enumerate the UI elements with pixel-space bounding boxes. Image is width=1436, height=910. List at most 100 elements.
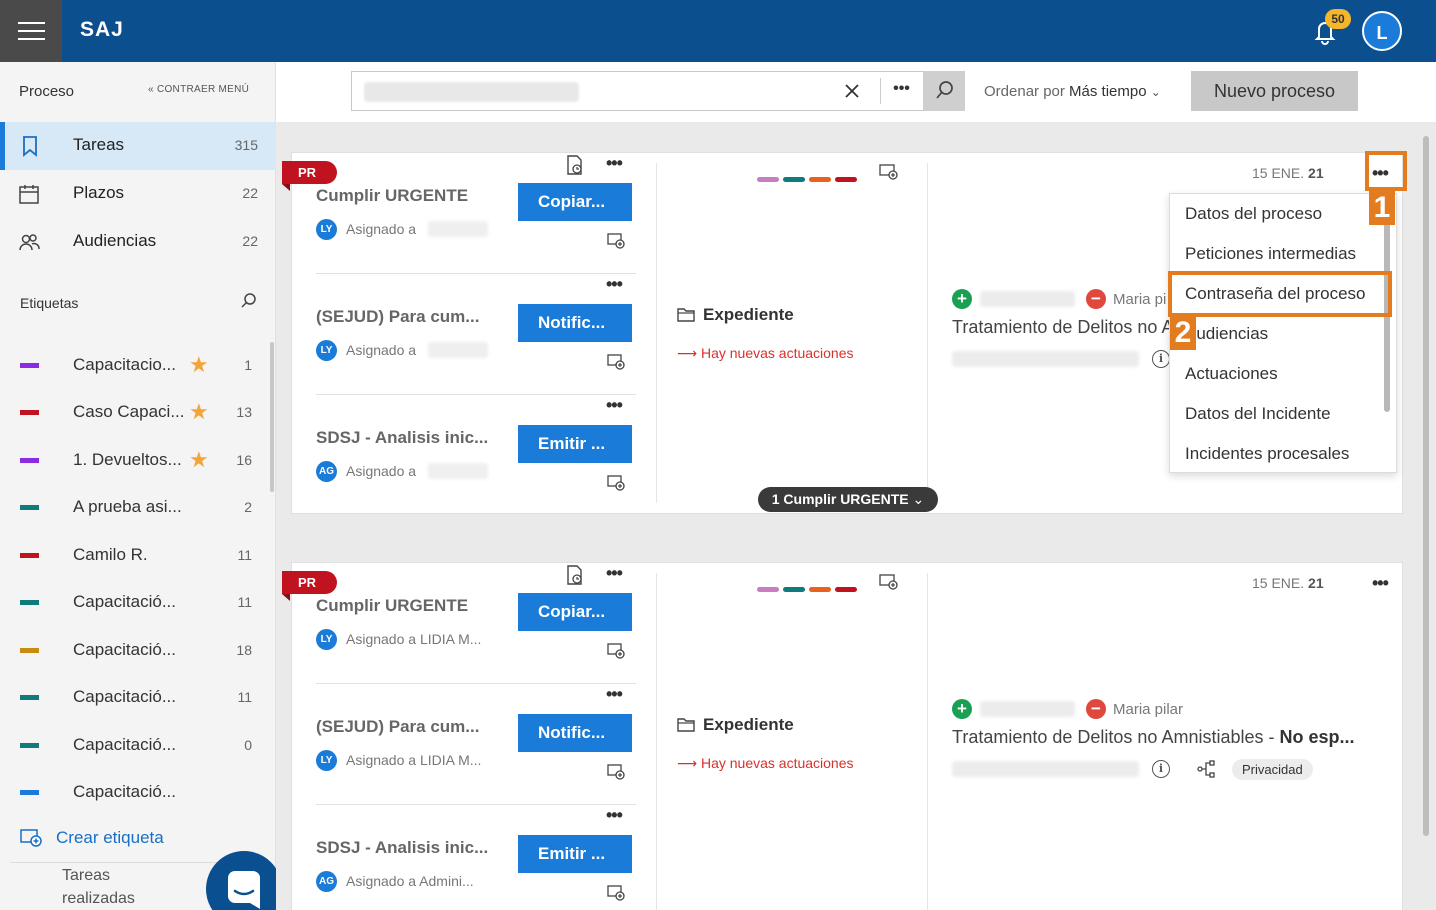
new-process-button[interactable]: Nuevo proceso (1191, 71, 1358, 111)
task-more-button[interactable]: ••• (606, 805, 623, 826)
add-note-icon[interactable] (606, 641, 626, 661)
redacted-name (980, 291, 1075, 307)
menu-item-actuaciones[interactable]: Actuaciones (1170, 354, 1385, 394)
hamburger-menu-button[interactable] (0, 0, 62, 62)
tag-item[interactable]: Caso Capaci... ★ 13 (0, 389, 270, 435)
task-action-button[interactable]: Copiar... (518, 593, 632, 631)
task-more-button[interactable]: ••• (606, 684, 623, 705)
menu-item-datos-incidente[interactable]: Datos del Incidente (1170, 394, 1385, 434)
menu-item-incidentes[interactable]: Incidentes procesales (1170, 434, 1385, 472)
new-actions-label: Hay nuevas actuaciones (700, 345, 854, 361)
process-title[interactable]: Tratamiento de Delitos no Amnistiables -… (952, 727, 1355, 748)
task-title[interactable]: Cumplir URGENTE (316, 596, 468, 616)
search-button[interactable] (923, 71, 965, 111)
add-label-icon[interactable] (879, 573, 899, 591)
tag-item[interactable]: Capacitació... 0 (0, 722, 270, 768)
tag-item[interactable]: Capacitació... 11 (0, 674, 270, 720)
tag-count: 1 (244, 357, 252, 373)
menu-item-audiencias[interactable]: Audiencias (1170, 314, 1385, 354)
task-action-button[interactable]: Emitir ... (518, 425, 632, 463)
task-action-button[interactable]: Notific... (518, 714, 632, 752)
tag-item[interactable]: Capacitacio... ★ 1 (0, 342, 270, 388)
urgent-tasks-pill[interactable]: 1 Cumplir URGENTE ⌄ (758, 487, 938, 512)
add-note-icon[interactable] (606, 473, 626, 493)
task-title[interactable]: (SEJUD) Para cum... (316, 717, 479, 737)
search-options-button[interactable]: ••• (880, 78, 922, 104)
tag-label: A prueba asi... (73, 497, 182, 516)
tag-count: 18 (236, 642, 252, 658)
tag-item[interactable]: Camilo R. 11 (0, 532, 270, 578)
create-tag-button[interactable]: Crear etiqueta (20, 827, 164, 852)
task-title[interactable]: SDSJ - Analisis inic... (316, 428, 488, 448)
sidebar-scrollbar[interactable] (270, 342, 274, 492)
top-bar: SAJ 50 L (0, 0, 1436, 62)
add-note-icon[interactable] (606, 883, 626, 903)
close-icon[interactable] (842, 81, 862, 101)
process-title[interactable]: Tratamiento de Delitos no A (952, 317, 1173, 338)
search-field[interactable]: ••• (351, 71, 965, 111)
menu-item-datos-proceso[interactable]: Datos del proceso (1170, 194, 1385, 234)
document-clock-icon[interactable] (566, 155, 584, 175)
avatar: LY (316, 219, 337, 240)
info-icon[interactable]: i (1152, 760, 1170, 778)
task-action-button[interactable]: Emitir ... (518, 835, 632, 873)
info-icon[interactable]: i (1152, 350, 1170, 368)
sidebar-item-plazos[interactable]: Plazos 22 (0, 170, 276, 218)
new-actions-link[interactable]: ⟶ Hay nuevas actuaciones (677, 755, 854, 772)
task-action-button[interactable]: Notific... (518, 304, 632, 342)
expediente-link[interactable]: Expediente (703, 715, 794, 735)
chat-button[interactable] (206, 851, 282, 910)
tag-count: 16 (236, 452, 252, 468)
sidebar-item-audiencias[interactable]: Audiencias 22 (0, 218, 276, 266)
user-avatar[interactable]: L (1362, 11, 1402, 51)
card-more-button[interactable]: ••• (1372, 573, 1389, 594)
add-note-icon[interactable] (606, 231, 626, 251)
star-icon[interactable]: ★ (189, 352, 209, 378)
search-icon[interactable] (240, 292, 258, 310)
add-note-icon[interactable] (606, 762, 626, 782)
main-scrollbar[interactable] (1421, 126, 1431, 906)
scrollbar-thumb[interactable] (1423, 136, 1429, 836)
expediente-link[interactable]: Expediente (703, 305, 794, 325)
task-more-button[interactable]: ••• (606, 274, 623, 295)
menu-item-peticiones[interactable]: Peticiones intermedias (1170, 234, 1385, 274)
label-color-chip (809, 177, 831, 182)
task-title[interactable]: (SEJUD) Para cum... (316, 307, 479, 327)
star-icon[interactable]: ★ (189, 447, 209, 473)
search-input[interactable] (364, 82, 579, 102)
sidebar-item-tareas[interactable]: Tareas 315 (0, 122, 276, 170)
share-icon[interactable] (1196, 760, 1216, 778)
label-color-chip (783, 587, 805, 592)
task-assignee: Asignado a Admini... (346, 873, 474, 889)
tag-item[interactable]: Capacitació... 18 (0, 627, 270, 673)
tag-count: 11 (237, 547, 252, 563)
add-label-icon[interactable] (879, 163, 899, 181)
sidebar-title: Proceso (19, 83, 75, 100)
sidebar-item-done-tasks[interactable]: Tareas realizadas (62, 864, 172, 910)
redacted-number (952, 761, 1139, 777)
tag-item[interactable]: 1. Devueltos... ★ 16 (0, 437, 270, 483)
label-color-chip (835, 587, 857, 592)
new-actions-link[interactable]: ⟶ Hay nuevas actuaciones (677, 345, 854, 362)
tag-item[interactable]: A prueba asi... 2 (0, 484, 270, 530)
tag-count: 2 (244, 499, 252, 515)
task-more-button[interactable]: ••• (606, 395, 623, 416)
task-more-button[interactable]: ••• (606, 153, 623, 174)
add-note-icon[interactable] (606, 352, 626, 372)
collapse-menu-button[interactable]: « CONTRAER MENÚ (148, 84, 249, 95)
task-action-button[interactable]: Copiar... (518, 183, 632, 221)
task-assignee: Asignado a (346, 463, 417, 479)
sort-dropdown[interactable]: Ordenar por Más tiempo ⌄ (984, 83, 1161, 100)
tag-color-bar (20, 363, 39, 368)
tag-item[interactable]: Capacitació... (0, 769, 270, 815)
tag-item[interactable]: Capacitació... 11 (0, 579, 270, 625)
document-clock-icon[interactable] (566, 565, 584, 585)
callout-1: 1 (1369, 191, 1395, 225)
task-more-button[interactable]: ••• (606, 563, 623, 584)
task-assignee: Asignado a LIDIA M... (346, 752, 482, 768)
task-title[interactable]: Cumplir URGENTE (316, 186, 468, 206)
star-icon[interactable]: ★ (189, 399, 209, 425)
task-title[interactable]: SDSJ - Analisis inic... (316, 838, 488, 858)
parties-row: + − Maria pilar (952, 699, 1352, 729)
divider (656, 573, 657, 910)
